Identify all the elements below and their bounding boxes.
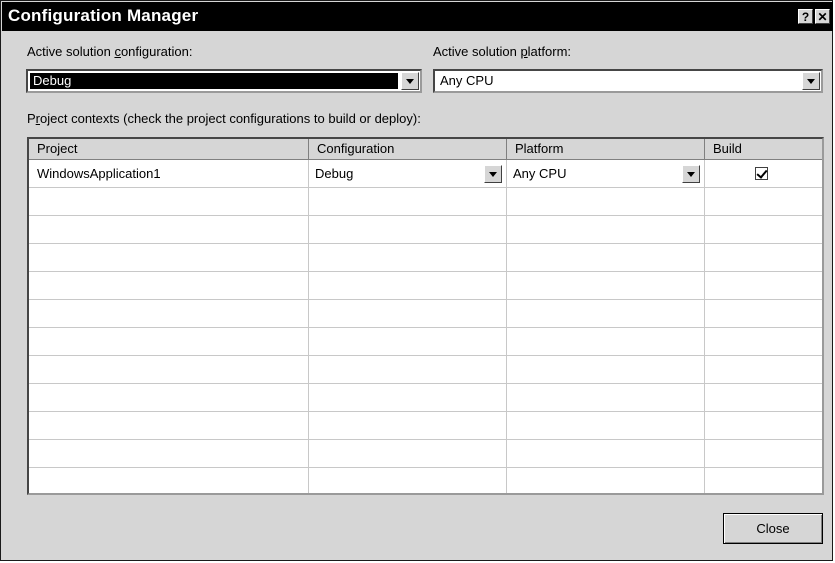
label-text: oject contexts (check the project config…: [40, 111, 421, 126]
column-header-build[interactable]: Build: [705, 139, 822, 160]
close-window-button[interactable]: ✕: [815, 9, 830, 24]
row-divider: [29, 355, 822, 356]
project-contexts-label: Project contexts (check the project conf…: [27, 111, 421, 126]
chevron-down-icon[interactable]: [682, 165, 700, 183]
column-header-project[interactable]: Project: [29, 139, 309, 160]
row-divider: [29, 215, 822, 216]
chevron-down-icon[interactable]: [802, 72, 820, 90]
row-platform-combo[interactable]: Any CPU: [507, 163, 703, 185]
active-platform-value: Any CPU: [440, 73, 494, 88]
build-checkbox[interactable]: [755, 167, 768, 180]
row-divider: [29, 467, 822, 468]
row-divider: [29, 411, 822, 412]
row-configuration-combo[interactable]: Debug: [309, 163, 505, 185]
row-divider: [29, 299, 822, 300]
row-divider: [29, 327, 822, 328]
active-configuration-combo[interactable]: Debug: [26, 69, 422, 93]
label-text: Active solution: [433, 44, 521, 59]
chevron-down-icon[interactable]: [484, 165, 502, 183]
label-text: onfiguration:: [120, 44, 193, 59]
label-text: latform:: [527, 44, 572, 59]
active-platform-label: Active solution platform:: [433, 44, 571, 59]
close-button[interactable]: Close: [723, 513, 823, 544]
label-text: P: [27, 111, 36, 126]
project-name-cell[interactable]: WindowsApplication1: [37, 164, 161, 184]
row-configuration-value: Debug: [315, 166, 354, 181]
project-contexts-grid[interactable]: Project Configuration Platform Build Win…: [27, 137, 824, 495]
column-header-platform[interactable]: Platform: [507, 139, 705, 160]
row-divider: [29, 439, 822, 440]
dialog-title: Configuration Manager: [8, 6, 199, 25]
row-divider: [29, 271, 822, 272]
active-configuration-value: Debug: [30, 73, 398, 89]
title-bar[interactable]: Configuration Manager ? ✕: [2, 2, 833, 31]
row-divider: [29, 243, 822, 244]
active-configuration-label: Active solution configuration:: [27, 44, 193, 59]
configuration-manager-dialog: Configuration Manager ? ✕ Active solutio…: [0, 0, 833, 561]
row-divider: [29, 187, 822, 188]
label-accelerator: p: [520, 44, 528, 59]
row-platform-value: Any CPU: [513, 166, 567, 181]
chevron-down-icon[interactable]: [401, 72, 419, 90]
column-header-configuration[interactable]: Configuration: [309, 139, 507, 160]
help-button[interactable]: ?: [798, 9, 813, 24]
row-divider: [29, 383, 822, 384]
active-platform-combo[interactable]: Any CPU: [433, 69, 823, 93]
label-text: Active solution: [27, 44, 115, 59]
